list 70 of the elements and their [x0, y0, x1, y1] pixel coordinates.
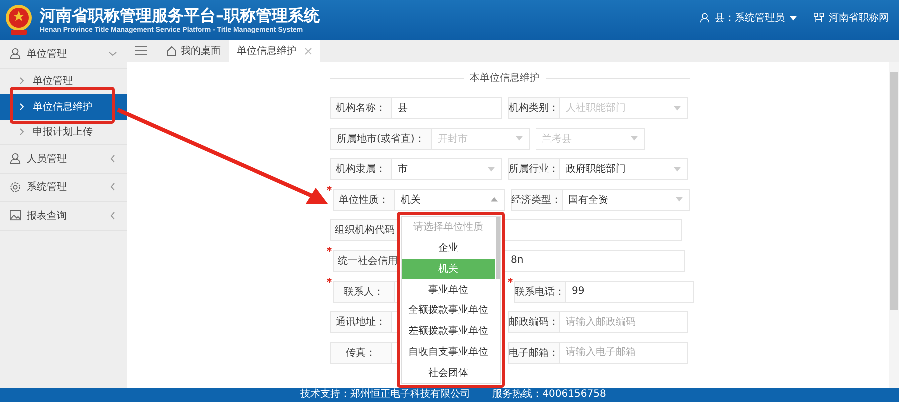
person-icon	[10, 153, 21, 164]
field-label: 机构类别：	[508, 97, 560, 119]
home-icon	[167, 46, 177, 56]
gear-icon	[10, 182, 21, 193]
chevron-left-icon	[109, 183, 117, 192]
emblem-icon	[5, 4, 33, 36]
field-label: 经济类型：	[510, 188, 563, 211]
field-label: 机构隶属：	[330, 158, 392, 180]
tab-label: 单位信息维护	[237, 44, 297, 58]
dropdown-option[interactable]: 事业单位	[402, 279, 495, 300]
field-label: 传真：	[330, 342, 392, 364]
select-field[interactable]: 市	[392, 158, 502, 180]
person-icon	[10, 48, 21, 60]
chevron-down-icon	[109, 50, 117, 58]
caret-down-icon	[631, 136, 638, 142]
chevron-left-icon	[109, 212, 117, 220]
caret-down-icon	[674, 106, 681, 110]
select-field[interactable]: 机关	[395, 188, 505, 211]
support-text: 技术支持：郑州恒正电子科技有限公司	[300, 388, 471, 402]
sidebar-subitem-label: 申报计划上传	[33, 126, 93, 139]
dropdown-option[interactable]: 全额拨款事业单位	[402, 300, 495, 321]
chevron-right-icon	[18, 128, 26, 136]
field-label: 组织机构代码	[330, 219, 398, 242]
field-label: 单位性质：	[333, 188, 395, 211]
caret-down-icon	[488, 166, 495, 172]
field-label: 所属行业：	[508, 158, 560, 180]
section-title: 本单位信息维护	[470, 72, 540, 85]
sidebar-subitem-label: 单位管理	[33, 74, 73, 88]
caret-down-icon	[674, 166, 681, 172]
dropdown-option[interactable]: 自收自支事业单位	[402, 342, 495, 362]
dropdown-option[interactable]: 差额拨款事业单位	[402, 320, 495, 342]
caret-down-icon	[516, 136, 523, 142]
field-label: 邮政编码：	[508, 311, 560, 334]
select-field[interactable]: 国有全资	[562, 188, 690, 211]
tab[interactable]: 单位信息维护	[229, 40, 320, 62]
sidebar-subitem[interactable]: 单位管理	[0, 68, 127, 94]
close-icon[interactable]	[305, 48, 312, 54]
field-label: 所属地市(或省直)：	[330, 128, 432, 150]
select-field: 兰考县	[536, 128, 645, 150]
tab[interactable]: 我的桌面	[159, 40, 229, 62]
chevron-right-icon	[18, 77, 26, 86]
tab-label: 我的桌面	[181, 44, 221, 58]
select-field: 开封市	[432, 128, 530, 150]
input-field[interactable]: 县	[392, 97, 502, 119]
input-field[interactable]: 请输入邮政编码	[560, 311, 688, 334]
user-icon	[700, 13, 710, 23]
field-label: 电子邮箱：	[508, 342, 560, 364]
sidebar-subitem[interactable]: 单位信息维护	[0, 94, 127, 120]
app-title: 河南省职称管理服务平台–职称管理系统	[40, 6, 321, 26]
field-label: 联系电话：	[514, 280, 566, 303]
select-field: 人社职能部门	[560, 97, 688, 119]
input-field[interactable]: 99	[566, 280, 694, 303]
chevron-left-icon	[109, 154, 117, 163]
sitemap-icon	[814, 13, 824, 23]
user-menu[interactable]: 县：系统管理员	[715, 11, 785, 25]
chevron-right-icon	[18, 102, 26, 111]
image-icon	[10, 210, 21, 222]
sidebar-subitem-label: 单位信息维护	[33, 100, 93, 114]
dropdown-option[interactable]: 社会团体	[402, 362, 495, 383]
menu-icon[interactable]	[135, 46, 147, 56]
field-label: 机构名称：	[330, 97, 392, 119]
site-link[interactable]: 河南省职称网	[829, 11, 889, 25]
select-field[interactable]: 政府职能部门	[560, 158, 688, 180]
caret-down-icon	[790, 16, 797, 20]
scrollbar[interactable]	[889, 62, 899, 388]
field-label: 通讯地址：	[330, 311, 392, 334]
caret-down-icon	[676, 197, 683, 202]
field-label: 联系人：	[333, 280, 395, 303]
input-field[interactable]: 请输入电子邮箱	[560, 342, 688, 364]
hotline-text: 服务热线：4006156758	[492, 388, 606, 402]
